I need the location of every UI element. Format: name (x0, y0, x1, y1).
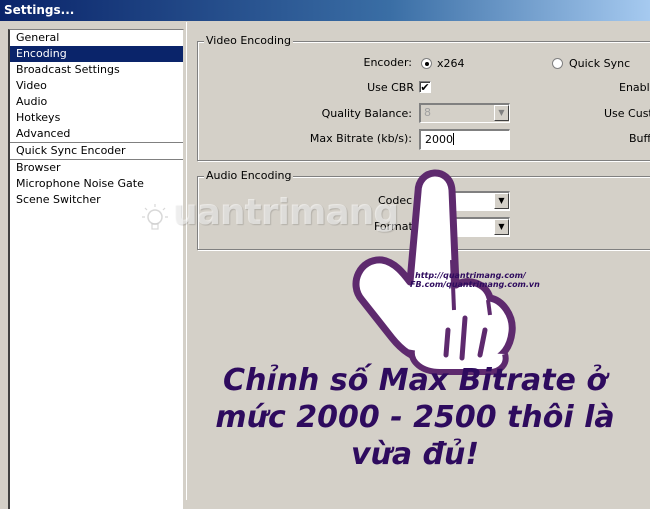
instruction-caption: Chỉnh số Max Bitrate ở mức 2000 - 2500 t… (215, 363, 615, 472)
enable-label: Enable (619, 81, 650, 94)
panel-divider (186, 22, 187, 500)
audio-encoding-legend: Audio Encoding (204, 169, 294, 183)
settings-category-list[interactable]: General Encoding Broadcast Settings Vide… (8, 29, 184, 509)
window-title-bar: Settings... (0, 0, 650, 21)
sidebar-item-audio[interactable]: Audio (10, 94, 183, 110)
quality-balance-label: Quality Balance: (321, 107, 412, 120)
hand-url-facebook: FB.com/quantrimang.com.vn (410, 280, 540, 289)
chevron-down-icon[interactable]: ▼ (494, 105, 509, 121)
video-encoding-legend: Video Encoding (204, 34, 294, 48)
sidebar-item-advanced[interactable]: Advanced (10, 126, 183, 142)
encoder-quick-sync-radio[interactable] (552, 58, 563, 69)
encoder-label: Encoder: (363, 56, 413, 69)
sidebar-item-encoding[interactable]: Encoding (10, 46, 183, 62)
sidebar-item-video[interactable]: Video (10, 78, 183, 94)
max-bitrate-input[interactable]: 2000 (419, 129, 510, 150)
buffer-label: Buff (629, 132, 650, 145)
quantrimang-watermark: uantrimang (132, 190, 399, 250)
sidebar-item-broadcast-settings[interactable]: Broadcast Settings (10, 62, 183, 78)
max-bitrate-label: Max Bitrate (kb/s): (309, 132, 412, 145)
sidebar-item-quick-sync-encoder[interactable]: Quick Sync Encoder (10, 142, 183, 159)
encoder-x264-radio[interactable] (421, 58, 432, 69)
sidebar-item-browser[interactable]: Browser (10, 159, 183, 176)
encoder-quick-sync-label[interactable]: Quick Sync (569, 57, 630, 71)
sidebar-item-hotkeys[interactable]: Hotkeys (10, 110, 183, 126)
use-cbr-checkbox[interactable]: ✔ (419, 81, 431, 93)
max-bitrate-value: 2000 (425, 133, 453, 146)
window-title: Settings... (4, 3, 75, 17)
pointing-hand-icon (352, 169, 516, 375)
quality-balance-dropdown[interactable]: 8 ▼ (419, 103, 510, 123)
quality-balance-value: 8 (424, 106, 431, 119)
encoder-x264-label[interactable]: x264 (437, 57, 465, 71)
text-caret (453, 133, 454, 145)
sidebar-item-general[interactable]: General (10, 30, 183, 46)
hand-url-website: http://quantrimang.com/ (415, 271, 526, 280)
use-custom-label: Use Custo (604, 107, 650, 120)
use-cbr-label: Use CBR (367, 81, 414, 94)
